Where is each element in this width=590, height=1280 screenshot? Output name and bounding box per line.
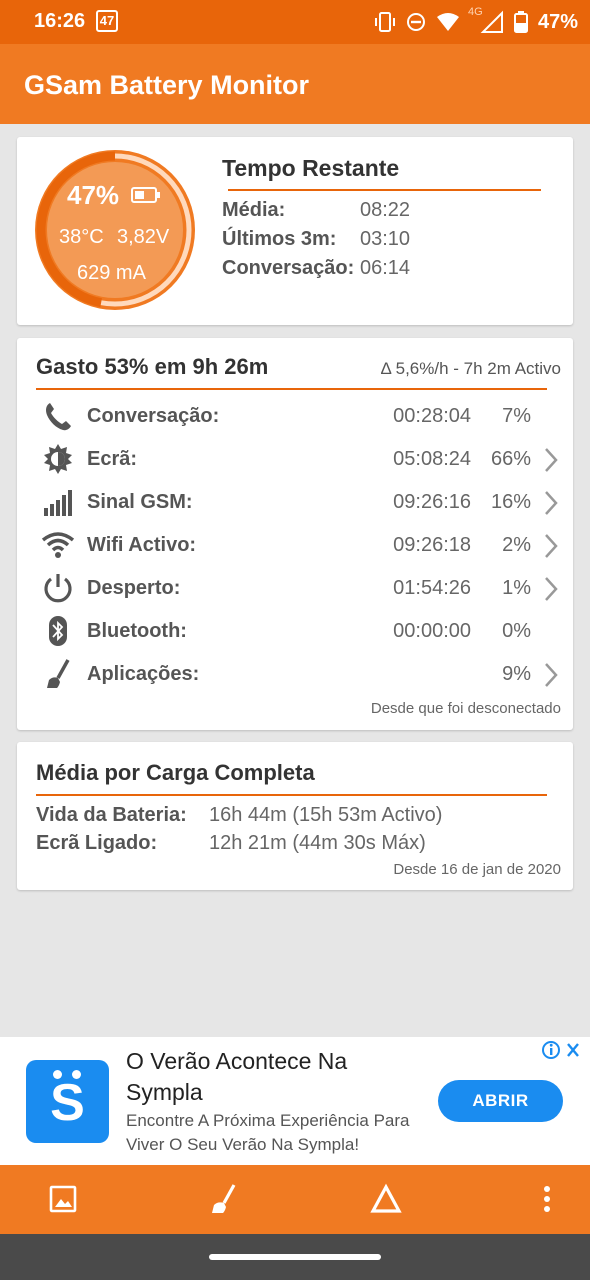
- usage-time: 01:54:26: [393, 577, 471, 599]
- average-title: Média por Carga Completa: [36, 760, 315, 785]
- status-bar: 16:26 47 4G 47%: [0, 0, 590, 44]
- usage-percent: 0%: [502, 620, 531, 642]
- usage-percent: 2%: [502, 534, 531, 556]
- ad-logo[interactable]: S: [26, 1060, 109, 1143]
- image-icon[interactable]: [46, 1182, 80, 1216]
- ad-logo-letter: S: [50, 1074, 85, 1132]
- usage-row-bluetooth[interactable]: Bluetooth: 00:00:00 0%: [17, 611, 573, 654]
- ad-logo-dot-icon: [72, 1070, 81, 1079]
- usage-footnote: Desde que foi desconectado: [370, 700, 561, 717]
- vibrate-icon: [374, 12, 395, 32]
- system-nav-bar: [0, 1234, 590, 1280]
- usage-time: 00:00:00: [393, 620, 471, 642]
- app-bar: GSam Battery Monitor: [0, 44, 590, 124]
- usage-label: Wifi Activo:: [87, 534, 197, 556]
- delta-icon[interactable]: [369, 1182, 403, 1216]
- remaining-label: Últimos 3m:: [222, 228, 337, 250]
- broom-icon[interactable]: [206, 1182, 240, 1216]
- usage-row-apps[interactable]: Aplicações: 9%: [17, 654, 573, 697]
- usage-row-screen[interactable]: Ecrã: 05:08:24 66%: [17, 439, 573, 482]
- usage-rate: Δ 5,6%/h - 7h 2m Activo: [380, 359, 561, 378]
- battery-charging-icon: [131, 187, 160, 203]
- usage-title: Gasto 53% em 9h 26m: [36, 354, 269, 379]
- status-battery-percent: 47%: [537, 10, 578, 33]
- average-label: Vida da Bateria:: [36, 804, 187, 826]
- battery-icon: [513, 11, 528, 33]
- ad-title[interactable]: O Verão Acontece Na Sympla: [126, 1046, 416, 1108]
- average-charge-card[interactable]: Média por Carga Completa Vida da Bateria…: [17, 742, 573, 890]
- usage-row-gsm[interactable]: Sinal GSM: 09:26:16 16%: [17, 482, 573, 525]
- usage-row-call[interactable]: Conversação: 00:28:04 7%: [17, 396, 573, 439]
- chevron-right-icon[interactable]: [543, 574, 559, 604]
- remaining-row-last-3m: Últimos 3m: 03:10: [222, 228, 552, 256]
- do-not-disturb-icon: [406, 13, 425, 31]
- ad-logo-dot-icon: [53, 1070, 62, 1079]
- usage-time: 09:26:18: [393, 534, 471, 556]
- chevron-right-icon[interactable]: [543, 660, 559, 690]
- usage-label: Aplicações:: [87, 663, 200, 685]
- wifi-icon: [41, 532, 75, 558]
- remaining-label: Conversação:: [222, 257, 355, 279]
- usage-percent: 7%: [502, 405, 531, 427]
- power-icon: [44, 574, 72, 603]
- remaining-value: 08:22: [360, 199, 411, 221]
- ad-banner[interactable]: S O Verão Acontece Na Sympla Encontre A …: [0, 1037, 590, 1165]
- chevron-right-icon[interactable]: [543, 445, 559, 475]
- remaining-title: Tempo Restante: [222, 155, 400, 181]
- usage-percent: 66%: [490, 448, 531, 470]
- usage-time: 05:08:24: [393, 448, 471, 470]
- average-divider: [36, 794, 547, 796]
- chevron-right-icon[interactable]: [543, 488, 559, 518]
- usage-percent: 9%: [502, 663, 531, 685]
- usage-percent: 1%: [502, 577, 531, 599]
- average-value: 16h 44m (15h 53m Activo): [209, 804, 443, 826]
- home-gesture-handle[interactable]: [209, 1254, 381, 1260]
- gauge-temperature: 38°C: [59, 226, 104, 248]
- phone-icon: [46, 403, 71, 431]
- remaining-row-average: Média: 08:22: [222, 199, 552, 227]
- average-value: 12h 21m (44m 30s Máx): [209, 832, 426, 854]
- remaining-value: 06:14: [360, 257, 411, 279]
- usage-label: Sinal GSM:: [87, 491, 193, 513]
- usage-row-awake[interactable]: Desperto: 01:54:26 1%: [17, 568, 573, 611]
- usage-percent: 16%: [490, 491, 531, 513]
- chevron-right-icon[interactable]: [543, 531, 559, 561]
- usage-row-wifi[interactable]: Wifi Activo: 09:26:18 2%: [17, 525, 573, 568]
- usage-label: Bluetooth:: [87, 620, 187, 642]
- bottom-action-bar: [0, 1165, 590, 1234]
- usage-time: 09:26:16: [393, 491, 471, 513]
- gauge-current: 629 mA: [77, 262, 146, 284]
- usage-label: Conversação:: [87, 405, 220, 427]
- average-footnote: Desde 16 de jan de 2020: [393, 861, 561, 878]
- usage-divider: [36, 388, 547, 390]
- ad-description: Encontre A Próxima Experiência Para Vive…: [126, 1111, 410, 1154]
- average-label: Ecrã Ligado:: [36, 832, 158, 854]
- remaining-time-card[interactable]: 47% 38°C 3,82V 629 mA Tempo Restante Méd…: [17, 137, 573, 325]
- gauge-readout: 47% 38°C 3,82V 629 mA: [35, 150, 195, 310]
- remaining-row-talk: Conversação: 06:14: [222, 257, 552, 285]
- notification-badge-icon: 47: [96, 10, 118, 32]
- signal-bars-icon: [44, 490, 72, 516]
- usage-label: Ecrã:: [87, 448, 138, 470]
- bluetooth-icon: [49, 616, 67, 646]
- remaining-label: Média:: [222, 199, 286, 221]
- more-vert-icon[interactable]: [530, 1182, 564, 1216]
- ad-open-button[interactable]: ABRIR: [438, 1080, 563, 1122]
- usage-time: 00:28:04: [393, 405, 471, 427]
- broom-icon: [47, 659, 70, 688]
- status-time: 16:26: [34, 10, 86, 32]
- usage-card: Gasto 53% em 9h 26m Δ 5,6%/h - 7h 2m Act…: [17, 338, 573, 730]
- ad-choices-icon[interactable]: [542, 1040, 582, 1060]
- app-title: GSam Battery Monitor: [24, 70, 310, 100]
- status-icons: 4G 47%: [374, 6, 578, 36]
- cellular-signal-icon: 4G: [468, 6, 504, 34]
- gauge-percent: 47%: [67, 180, 120, 210]
- brightness-icon: [44, 444, 72, 474]
- remaining-value: 03:10: [360, 228, 411, 250]
- wifi-icon: [436, 13, 459, 31]
- remaining-divider: [228, 189, 541, 191]
- gauge-voltage: 3,82V: [117, 226, 170, 248]
- usage-label: Desperto:: [87, 577, 181, 599]
